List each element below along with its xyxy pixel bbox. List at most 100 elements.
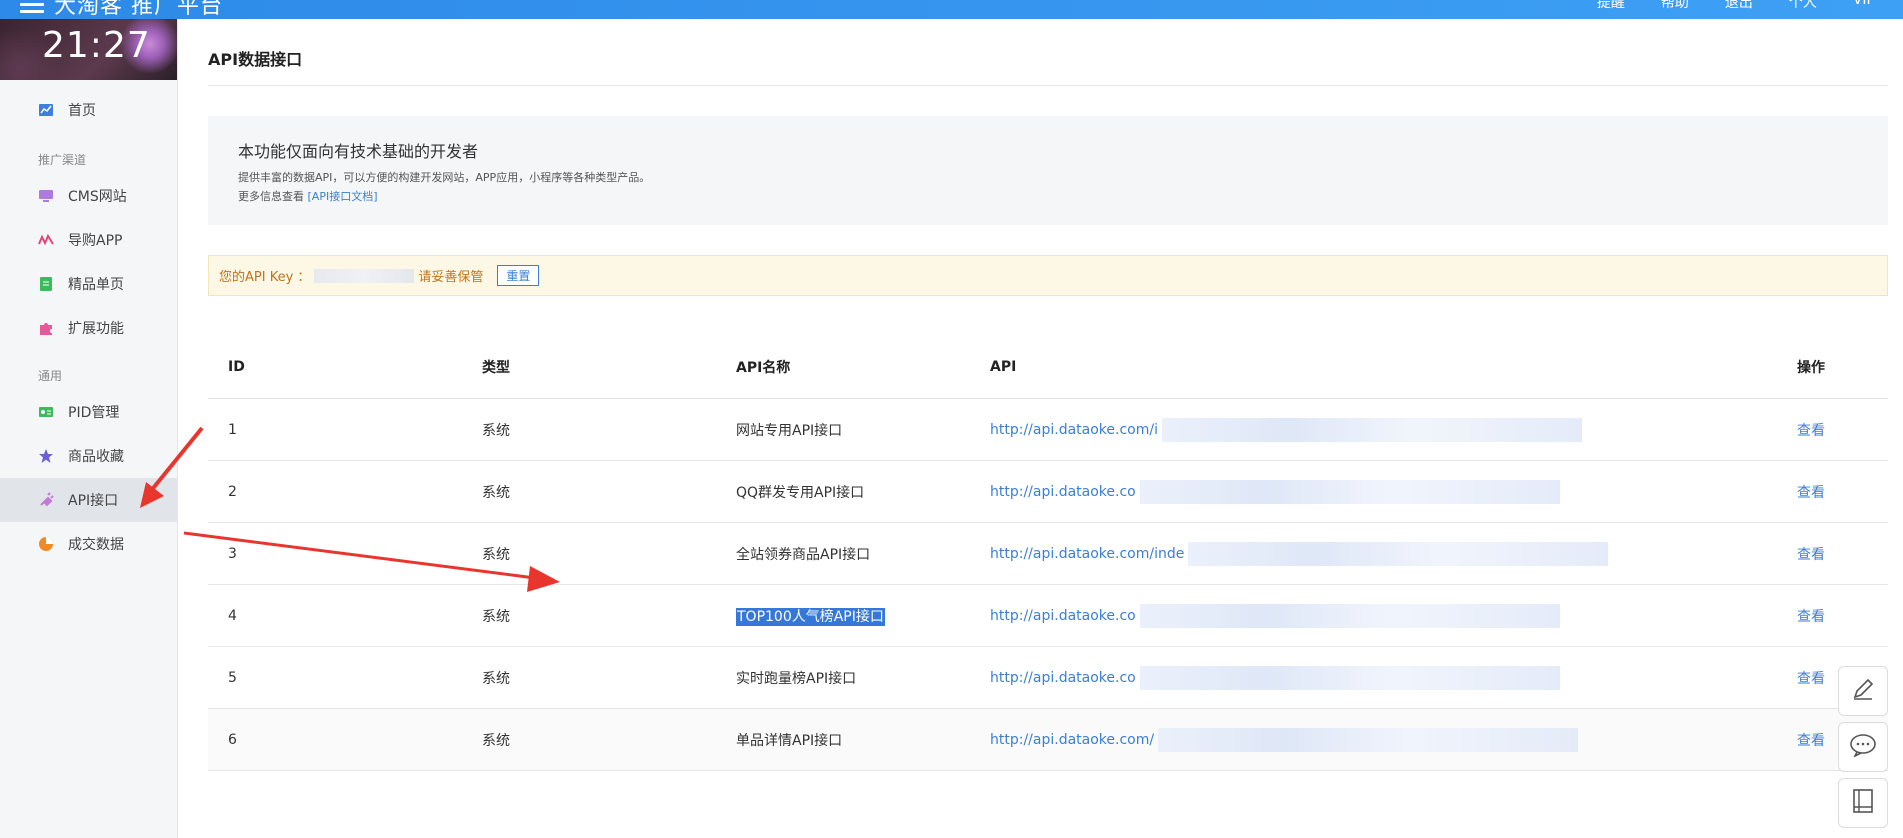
hamburger-menu-icon[interactable] — [20, 0, 44, 16]
api-key-masked-value — [314, 268, 415, 283]
view-link[interactable]: 查看 — [1797, 423, 1825, 439]
cell-type: 系统 — [481, 522, 735, 585]
cell-type: 系统 — [481, 398, 735, 461]
view-link[interactable]: 查看 — [1797, 485, 1825, 501]
cell-id: 6 — [208, 708, 481, 771]
cell-op: 查看 — [1796, 584, 1888, 647]
column-header: API — [989, 336, 1796, 399]
doc-icon — [38, 276, 54, 292]
wave-icon — [38, 232, 54, 248]
plug-icon — [38, 492, 54, 508]
table-row: 6 系统 单品详情API接口 http://api.dataoke.com/ 查… — [208, 708, 1888, 771]
view-link[interactable]: 查看 — [1797, 609, 1825, 625]
page-title: API数据接口 — [208, 19, 1888, 86]
cell-op: 查看 — [1796, 398, 1888, 461]
table-row: 2 系统 QQ群发专用API接口 http://api.dataoke.co 查… — [208, 460, 1888, 523]
cell-type: 系统 — [481, 460, 735, 523]
cell-type: 系统 — [481, 646, 735, 709]
api-url-link[interactable]: http://api.dataoke.com/i — [990, 422, 1158, 438]
sidebar-item-cms[interactable]: CMS网站 — [0, 174, 177, 218]
cell-api: http://api.dataoke.com/inde — [989, 522, 1796, 585]
sidebar-item-pid[interactable]: PID管理 — [0, 390, 177, 434]
sidebar-item-label: 扩展功能 — [68, 321, 124, 337]
api-url-link[interactable]: http://api.dataoke.co — [990, 484, 1136, 500]
table-row: 3 系统 全站领券商品API接口 http://api.dataoke.com/… — [208, 522, 1888, 585]
sidebar-item-label: 商品收藏 — [68, 449, 124, 465]
view-link[interactable]: 查看 — [1797, 733, 1825, 749]
topbar-item[interactable]: VIP — [1853, 0, 1875, 12]
blurred-region — [1188, 541, 1609, 566]
topbar-item[interactable]: 个人 — [1789, 0, 1817, 12]
sidebar-item-api[interactable]: API接口 — [0, 478, 177, 522]
sidebar: 21:27 首页 推广渠道 CMS网站 导购APP 精品单页 扩展功能 通用 P… — [0, 19, 178, 838]
cell-id: 2 — [208, 460, 481, 523]
topbar-right-menu: 提醒 帮助 退出 个人 VIP — [1597, 0, 1875, 12]
main-content: API数据接口 本功能仅面向有技术基础的开发者 提供丰富的数据API，可以方便的… — [208, 19, 1888, 771]
section-title-general: 通用 — [38, 369, 63, 383]
sidebar-item-single-page[interactable]: 精品单页 — [0, 262, 177, 306]
topbar-item[interactable]: 帮助 — [1661, 0, 1689, 12]
table-row: 5 系统 实时跑量榜API接口 http://api.dataoke.co 查看 — [208, 646, 1888, 709]
blurred-region — [1139, 603, 1560, 628]
edit-tool-button[interactable] — [1838, 666, 1888, 716]
sidebar-item-label: API接口 — [68, 493, 119, 509]
cell-api: http://api.dataoke.co — [989, 460, 1796, 523]
sidebar-item-label: CMS网站 — [68, 189, 127, 205]
cell-id: 1 — [208, 398, 481, 461]
sidebar-nav-promo: CMS网站 导购APP 精品单页 扩展功能 — [0, 174, 177, 350]
column-header: ID — [208, 336, 481, 399]
cell-id: 5 — [208, 646, 481, 709]
api-url-link[interactable]: http://api.dataoke.com/ — [990, 732, 1154, 748]
clock-banner: 21:27 — [0, 19, 177, 80]
topbar-item[interactable]: 提醒 — [1597, 0, 1625, 12]
sidebar-item-deal-data[interactable]: 成交数据 — [0, 522, 177, 566]
view-link[interactable]: 查看 — [1797, 547, 1825, 563]
book-tool-button[interactable] — [1838, 778, 1888, 828]
id-card-icon — [38, 404, 54, 420]
sidebar-item-favorites[interactable]: 商品收藏 — [0, 434, 177, 478]
cell-name: 实时跑量榜API接口 — [735, 646, 989, 709]
cell-id: 4 — [208, 584, 481, 647]
sidebar-item-extensions[interactable]: 扩展功能 — [0, 306, 177, 350]
cell-api: http://api.dataoke.com/ — [989, 708, 1796, 771]
api-key-bar: 您的API Key ： 请妥善保管 重置 — [208, 255, 1888, 296]
api-url-link[interactable]: http://api.dataoke.co — [990, 608, 1136, 624]
selected-text: TOP100人气榜API接口 — [736, 607, 885, 626]
sidebar-item-app[interactable]: 导购APP — [0, 218, 177, 262]
sidebar-nav-general: PID管理 商品收藏 API接口 成交数据 — [0, 390, 177, 566]
blurred-region — [1139, 479, 1560, 504]
cell-api: http://api.dataoke.co — [989, 584, 1796, 647]
cell-api: http://api.dataoke.co — [989, 646, 1796, 709]
column-header: API名称 — [735, 336, 989, 399]
sidebar-item-label: 首页 — [68, 103, 96, 119]
chart-icon — [38, 102, 54, 118]
puzzle-icon — [38, 320, 54, 336]
top-bar: 大淘客 推广平台 提醒 帮助 退出 个人 VIP — [0, 0, 1903, 19]
star-icon — [38, 448, 54, 464]
cell-type: 系统 — [481, 708, 735, 771]
cell-name: TOP100人气榜API接口 — [735, 584, 989, 647]
reset-key-button[interactable]: 重置 — [497, 265, 540, 286]
cell-op: 查看 — [1796, 522, 1888, 585]
api-url-link[interactable]: http://api.dataoke.co — [990, 670, 1136, 686]
chat-tool-button[interactable] — [1838, 722, 1888, 772]
sidebar-nav: 首页 — [0, 88, 177, 132]
sidebar-item-home[interactable]: 首页 — [0, 88, 177, 132]
api-url-link[interactable]: http://api.dataoke.com/inde — [990, 546, 1184, 562]
cell-name: 单品详情API接口 — [735, 708, 989, 771]
view-link[interactable]: 查看 — [1797, 671, 1825, 687]
api-doc-link[interactable]: [API接口文档] — [308, 190, 378, 203]
cell-op: 查看 — [1796, 460, 1888, 523]
sidebar-item-label: 导购APP — [68, 233, 123, 249]
chat-bubble-icon — [1849, 733, 1877, 761]
table-row: 1 系统 网站专用API接口 http://api.dataoke.com/i … — [208, 398, 1888, 461]
table-header-row: ID 类型 API名称 API 操作 — [208, 336, 1888, 399]
section-title-promo: 推广渠道 — [38, 153, 87, 167]
pie-icon — [38, 536, 54, 552]
cell-type: 系统 — [481, 584, 735, 647]
clock-time: 21:27 — [42, 25, 151, 66]
book-icon — [1851, 788, 1875, 818]
api-key-label: 您的API Key ： — [219, 270, 311, 285]
topbar-item[interactable]: 退出 — [1725, 0, 1753, 12]
sidebar-item-label: 精品单页 — [68, 277, 124, 293]
